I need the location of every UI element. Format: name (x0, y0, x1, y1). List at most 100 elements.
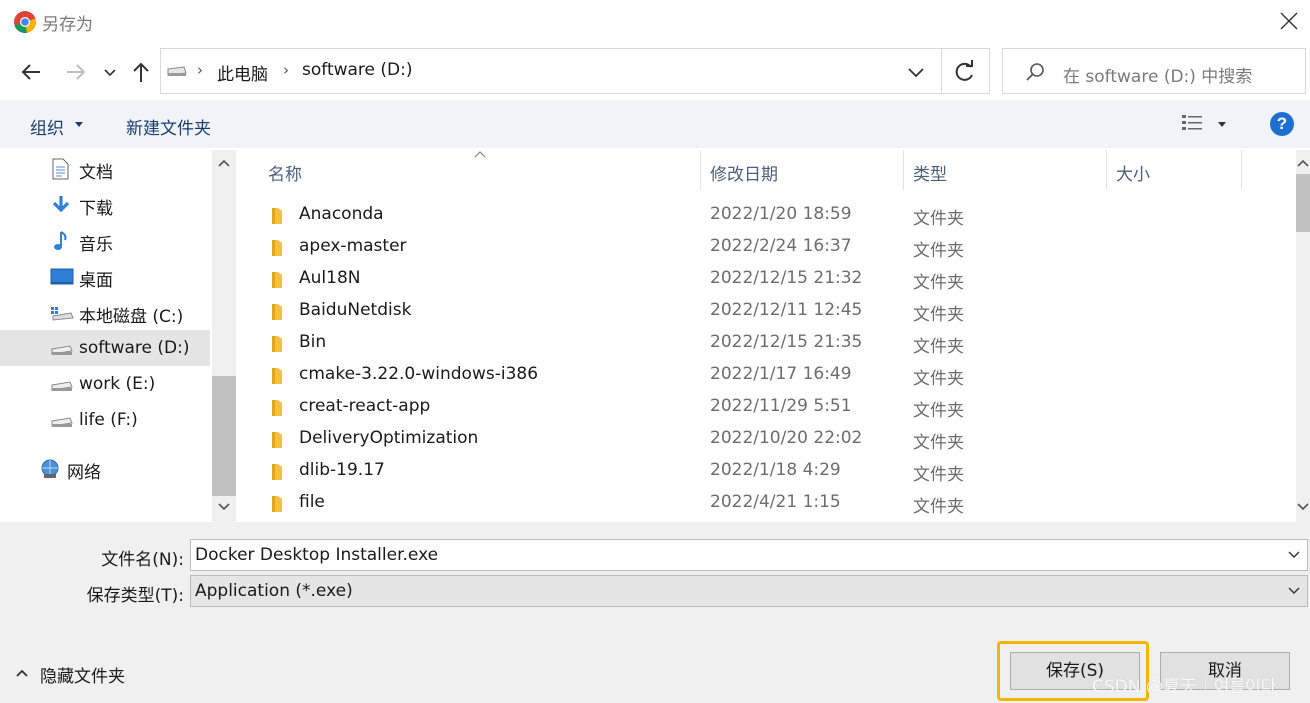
desktop-icon (50, 268, 74, 285)
column-header-date[interactable]: 修改日期 (710, 160, 778, 185)
file-row[interactable]: dlib-19.17 2022/1/18 4:29 文件夹 (238, 455, 1296, 487)
file-type: 文件夹 (913, 497, 964, 517)
file-type: 文件夹 (913, 241, 964, 261)
nav-scrollbar[interactable] (212, 150, 236, 522)
chevron-up-icon (16, 669, 28, 677)
refresh-icon (955, 60, 973, 81)
file-row[interactable]: Anaconda 2022/1/20 18:59 文件夹 (238, 199, 1296, 231)
filetype-value: Application (*.exe) (195, 581, 353, 601)
file-name: DeliveryOptimization (299, 428, 479, 448)
up-button[interactable] (126, 57, 156, 87)
breadcrumb-this-pc[interactable]: 此电脑 (217, 60, 268, 85)
back-button[interactable] (16, 57, 46, 87)
address-bar[interactable]: › 此电脑 › software (D:) (160, 48, 990, 94)
nav-item-music[interactable]: 音乐 (0, 222, 210, 258)
nav-item-drive-d[interactable]: software (D:) (0, 330, 210, 366)
file-type: 文件夹 (913, 337, 964, 357)
view-options-button[interactable] (1180, 112, 1236, 136)
file-date: 2022/11/29 5:51 (710, 396, 852, 416)
hide-folders-label: 隐藏文件夹 (40, 667, 125, 687)
file-row[interactable]: Aul18N 2022/12/15 21:32 文件夹 (238, 263, 1296, 295)
file-type: 文件夹 (913, 305, 964, 325)
nav-item-label: 下载 (79, 199, 113, 219)
nav-item-label: 文档 (79, 163, 113, 183)
details-view-icon (1182, 115, 1226, 130)
column-divider (1241, 150, 1242, 190)
close-button[interactable] (1276, 8, 1302, 34)
breadcrumb-drive-d[interactable]: software (D:) (302, 60, 413, 80)
file-row[interactable]: cmake-3.22.0-windows-i386 2022/1/17 16:4… (238, 359, 1296, 391)
file-row[interactable]: BaiduNetdisk 2022/12/11 12:45 文件夹 (238, 295, 1296, 327)
drive-icon (51, 345, 73, 355)
nav-item-network[interactable]: 网络 (0, 450, 210, 486)
recent-locations-button[interactable] (100, 62, 120, 82)
file-list-scrollbar-thumb[interactable] (1296, 174, 1310, 232)
file-type: 文件夹 (913, 465, 964, 485)
nav-item-documents[interactable]: 文档 (0, 150, 210, 186)
folder-icon (272, 400, 282, 416)
file-name: dlib-19.17 (299, 460, 385, 480)
nav-scrollbar-thumb[interactable] (212, 376, 236, 496)
forward-button[interactable] (61, 57, 91, 87)
nav-item-label: work (E:) (79, 374, 156, 394)
organize-button[interactable]: 组织 (30, 114, 64, 139)
file-type: 文件夹 (913, 209, 964, 229)
nav-item-label: 音乐 (79, 235, 113, 255)
nav-item-label: life (F:) (79, 410, 138, 430)
column-divider (1106, 150, 1107, 190)
file-list-scrollbar[interactable] (1296, 150, 1310, 522)
file-type: 文件夹 (913, 433, 964, 453)
file-date: 2022/10/20 22:02 (710, 428, 863, 448)
nav-item-desktop[interactable]: 桌面 (0, 258, 210, 294)
window-title: 另存为 (42, 15, 93, 35)
address-dropdown-button[interactable] (901, 60, 931, 84)
refresh-button[interactable] (949, 57, 981, 87)
file-row[interactable]: file 2022/4/21 1:15 文件夹 (238, 487, 1296, 519)
file-row[interactable]: Bin 2022/12/15 21:35 文件夹 (238, 327, 1296, 359)
file-type: 文件夹 (913, 273, 964, 293)
title-bar: 另存为 (0, 0, 1310, 44)
file-type: 文件夹 (913, 369, 964, 389)
filename-input[interactable]: Docker Desktop Installer.exe (190, 539, 1308, 571)
navigation-pane: 文档 下载 音乐 桌面 本地磁盘 (C:) software (D:) work… (0, 150, 236, 522)
folder-icon (272, 368, 282, 384)
nav-item-downloads[interactable]: 下载 (0, 186, 210, 222)
filetype-select[interactable]: Application (*.exe) (190, 575, 1308, 607)
column-header-name[interactable]: 名称 (268, 160, 302, 185)
column-header-size[interactable]: 大小 (1116, 160, 1150, 185)
folder-icon (272, 304, 282, 320)
file-row[interactable]: apex-master 2022/2/24 16:37 文件夹 (238, 231, 1296, 263)
drive-icon (51, 417, 73, 427)
help-button[interactable]: ? (1270, 112, 1294, 136)
folder-icon (272, 336, 282, 352)
nav-item-drive-c[interactable]: 本地磁盘 (C:) (0, 294, 210, 330)
nav-item-label: software (D:) (79, 338, 190, 358)
file-type: 文件夹 (913, 401, 964, 421)
file-row[interactable]: DeliveryOptimization 2022/10/20 22:02 文件… (238, 423, 1296, 455)
download-icon (52, 196, 70, 213)
scroll-down-icon (218, 503, 230, 511)
caret-down-icon (75, 122, 83, 127)
music-icon (54, 231, 67, 250)
file-name: Anaconda (299, 204, 384, 224)
file-row[interactable]: creat-react-app 2022/11/29 5:51 文件夹 (238, 391, 1296, 423)
chevron-down-icon[interactable] (1287, 548, 1301, 562)
file-name: cmake-3.22.0-windows-i386 (299, 364, 539, 384)
file-date: 2022/2/24 16:37 (710, 236, 852, 256)
new-folder-button[interactable]: 新建文件夹 (126, 114, 211, 139)
search-placeholder: 在 software (D:) 中搜索 (1063, 67, 1253, 87)
folder-icon (272, 496, 282, 512)
file-date: 2022/4/21 1:15 (710, 492, 841, 512)
file-name: apex-master (299, 236, 407, 256)
chrome-icon (14, 11, 37, 33)
search-box[interactable]: 在 software (D:) 中搜索 (1002, 48, 1306, 94)
network-icon (41, 459, 59, 478)
drive-icon (167, 66, 187, 76)
column-header-type[interactable]: 类型 (913, 160, 947, 185)
nav-item-drive-f[interactable]: life (F:) (0, 402, 210, 438)
nav-item-drive-e[interactable]: work (E:) (0, 366, 210, 402)
document-icon (52, 158, 69, 180)
file-date: 2022/12/11 12:45 (710, 300, 863, 320)
scroll-down-icon (1297, 503, 1309, 511)
arrow-left-icon (21, 64, 40, 80)
